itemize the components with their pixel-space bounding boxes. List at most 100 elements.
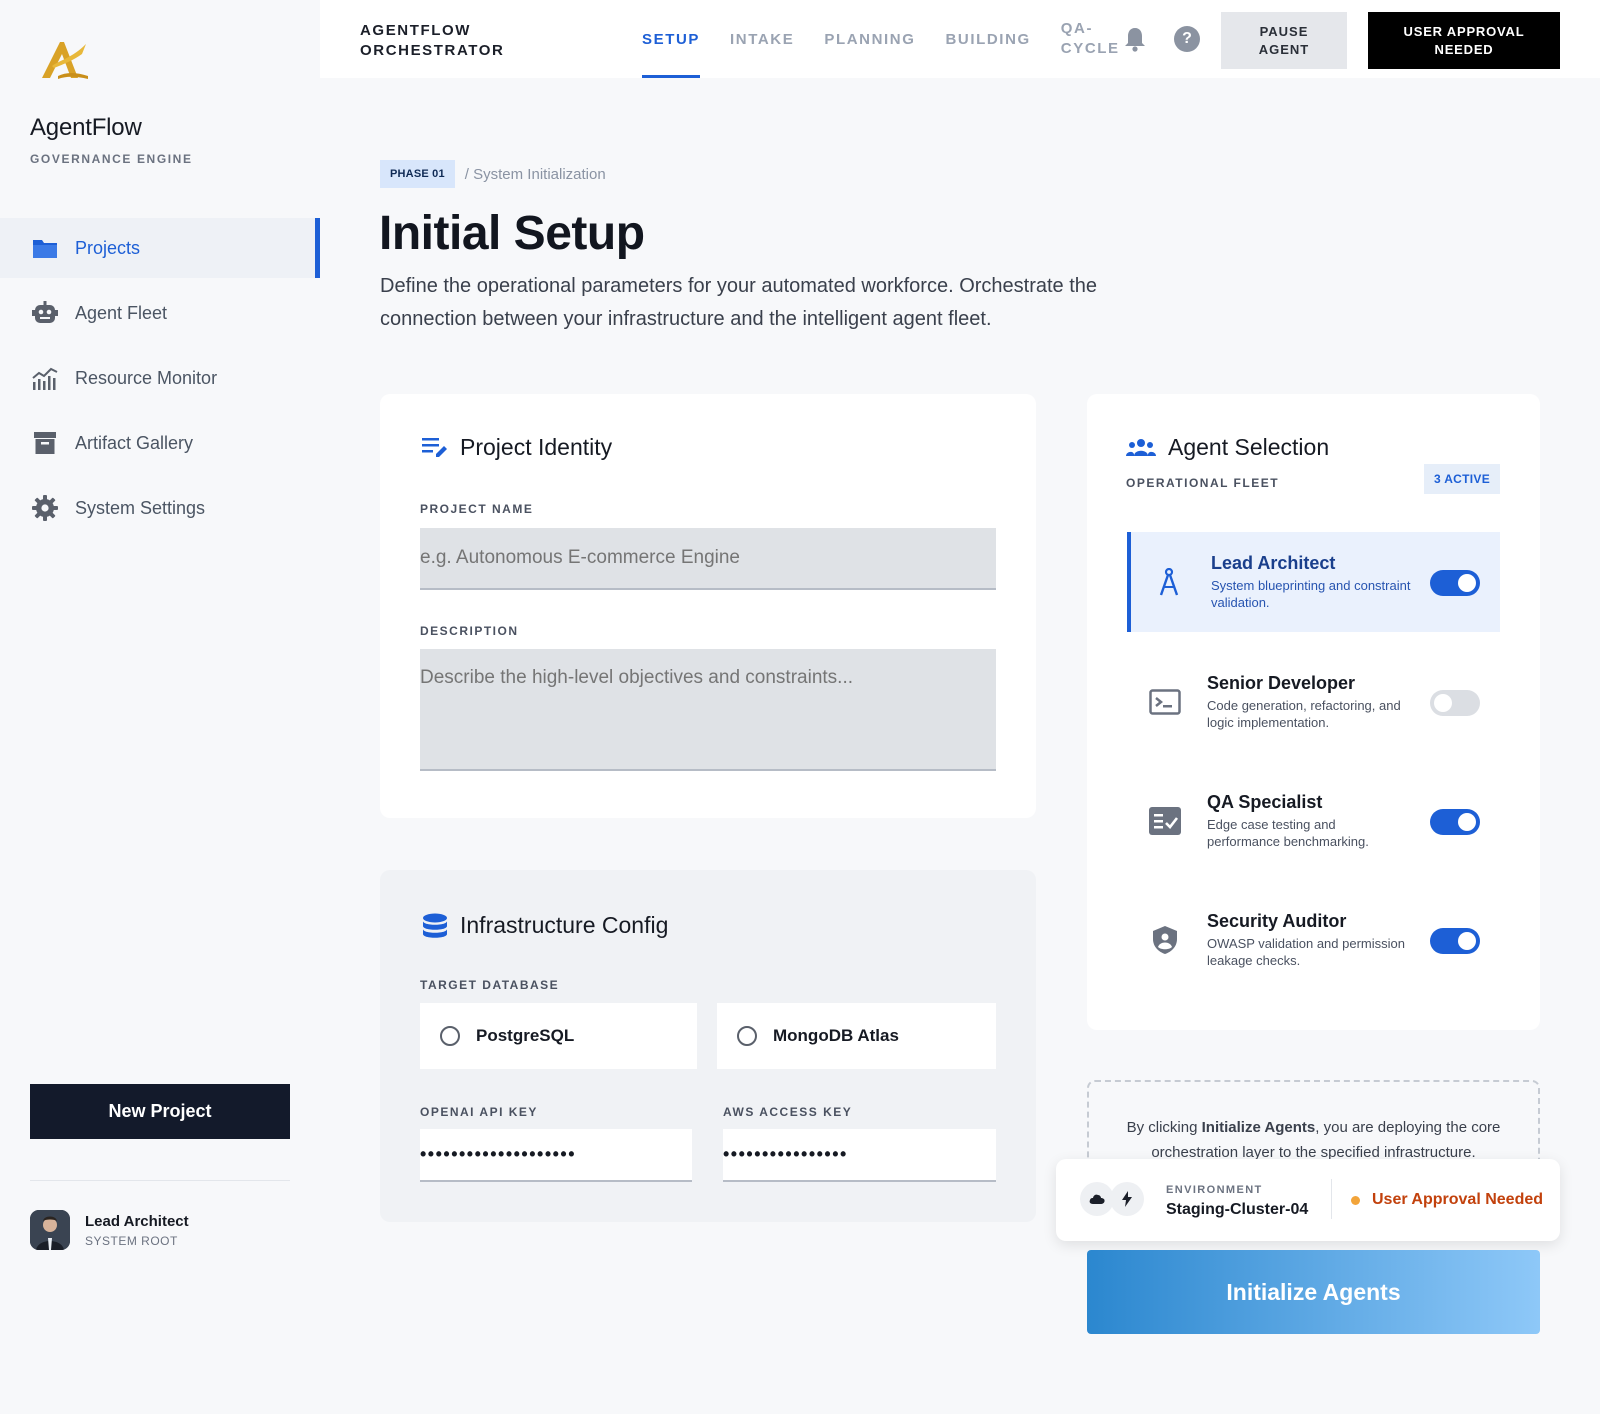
user-name: Lead Architect	[85, 1212, 189, 1230]
pause-agent-button[interactable]: PAUSE AGENT	[1221, 12, 1347, 69]
card-header: Infrastructure Config	[422, 912, 668, 939]
shield-icon	[1145, 925, 1185, 955]
agent-name: Lead Architect	[1211, 553, 1336, 573]
sidebar-item-agent-fleet[interactable]: Agent Fleet	[0, 283, 320, 343]
agent-row-lead-architect[interactable]: Lead Architect System blueprinting and c…	[1127, 532, 1500, 632]
user-approval-button[interactable]: USER APPROVAL NEEDED	[1368, 12, 1560, 69]
breadcrumb: PHASE 01 / System Initialization	[380, 160, 606, 188]
agent-selection-card: Agent Selection OPERATIONAL FLEET 3 ACTI…	[1087, 394, 1540, 1030]
environment-label: ENVIRONMENT	[1166, 1184, 1263, 1196]
app-title: AGENTFLOW ORCHESTRATOR	[360, 21, 530, 61]
tab-planning[interactable]: PLANNING	[824, 0, 915, 78]
openai-key-label: OPENAI API KEY	[420, 1105, 538, 1119]
button-label: NEEDED	[1434, 41, 1494, 57]
tab-building[interactable]: BUILDING	[945, 0, 1030, 78]
sidebar-item-label: Agent Fleet	[75, 302, 168, 323]
page-description: Define the operational parameters for yo…	[380, 275, 1098, 330]
checklist-icon	[1145, 807, 1185, 835]
radio-icon[interactable]	[440, 1026, 460, 1046]
agent-toggle[interactable]	[1430, 928, 1480, 954]
avatar	[30, 1210, 70, 1250]
description-label: DESCRIPTION	[420, 624, 519, 638]
user-role: SYSTEM ROOT	[85, 1233, 178, 1248]
button-label: USER APPROVAL	[1403, 23, 1525, 39]
notice-emphasis: Initialize Agents	[1201, 1119, 1316, 1136]
agent-description: Code generation, refactoring, and logic …	[1207, 698, 1401, 730]
edit-note-icon	[422, 437, 448, 459]
sidebar-item-system-settings[interactable]: System Settings	[0, 478, 320, 538]
database-icon	[422, 913, 448, 939]
agent-row-senior-developer[interactable]: Senior Developer Code generation, refact…	[1127, 652, 1500, 752]
card-header: Project Identity	[422, 434, 612, 461]
top-bar: AGENTFLOW ORCHESTRATOR SETUP INTAKE PLAN…	[320, 0, 1600, 78]
app-title-line: ORCHESTRATOR	[360, 42, 505, 59]
terminal-icon	[1145, 689, 1185, 715]
openai-key-input[interactable]: ••••••••••••••••••••	[420, 1129, 692, 1182]
status-badge: User Approval Needed	[1351, 1191, 1543, 1209]
db-option-postgresql[interactable]: PostgreSQL	[420, 1003, 697, 1069]
description-textarea[interactable]	[420, 649, 996, 771]
target-database-label: TARGET DATABASE	[420, 978, 560, 992]
db-option-label: MongoDB Atlas	[773, 1026, 899, 1045]
agent-description: System blueprinting and constraint valid…	[1211, 578, 1411, 610]
project-identity-card: Project Identity PROJECT NAME DESCRIPTIO…	[380, 394, 1036, 818]
button-label: AGENT	[1258, 41, 1310, 57]
sidebar-item-resource-monitor[interactable]: Resource Monitor	[0, 348, 320, 408]
agent-name: QA Specialist	[1207, 792, 1323, 812]
sidebar-item-label: Artifact Gallery	[75, 432, 194, 453]
phase-badge: PHASE 01	[380, 160, 455, 188]
tab-intake[interactable]: INTAKE	[730, 0, 794, 78]
app-title-line: AGENTFLOW	[360, 22, 472, 39]
gear-icon	[32, 495, 58, 521]
db-option-mongodb-atlas[interactable]: MongoDB Atlas	[717, 1003, 996, 1069]
robot-icon	[32, 300, 58, 326]
sidebar-item-projects[interactable]: Projects	[0, 218, 320, 278]
sidebar-item-label: Projects	[75, 237, 141, 258]
agentflow-logo	[38, 36, 90, 84]
compass-icon	[1149, 568, 1189, 596]
agent-name: Security Auditor	[1207, 911, 1347, 931]
radio-icon[interactable]	[737, 1026, 757, 1046]
user-profile[interactable]: Lead Architect SYSTEM ROOT	[30, 1210, 189, 1250]
group-icon	[1126, 438, 1156, 458]
chart-icon	[32, 365, 58, 391]
button-label: PAUSE	[1259, 23, 1309, 39]
card-title: Project Identity	[460, 434, 613, 460]
agent-toggle[interactable]	[1430, 809, 1480, 835]
initialize-agents-button[interactable]: Initialize Agents	[1087, 1250, 1540, 1334]
aws-key-input[interactable]: ••••••••••••••••	[723, 1129, 996, 1182]
sidebar-item-artifact-gallery[interactable]: Artifact Gallery	[0, 413, 320, 473]
brand-subtitle: GOVERNANCE ENGINE	[30, 152, 193, 166]
project-name-label: PROJECT NAME	[420, 502, 534, 516]
agent-row-qa-specialist[interactable]: QA Specialist Edge case testing and perf…	[1127, 771, 1500, 871]
agent-row-security-auditor[interactable]: Security Auditor OWASP validation and pe…	[1127, 890, 1500, 990]
sidebar-divider	[30, 1180, 290, 1181]
agent-toggle[interactable]	[1430, 570, 1480, 596]
agent-description: OWASP validation and permission leakage …	[1207, 936, 1405, 968]
folder-icon	[32, 235, 58, 261]
tab-setup[interactable]: SETUP	[642, 0, 701, 78]
infrastructure-config-card: Infrastructure Config TARGET DATABASE Po…	[380, 870, 1036, 1222]
page-title: Initial Setup	[379, 207, 645, 260]
card-title: Infrastructure Config	[460, 912, 669, 938]
phase-tabs: SETUP INTAKE PLANNING BUILDING QA- CYCLE	[642, 0, 1149, 78]
project-name-input[interactable]	[420, 528, 996, 590]
tab-label: CYCLE	[1060, 40, 1120, 57]
status-text: User Approval Needed	[1372, 1191, 1544, 1208]
environment-value: Staging-Cluster-04	[1166, 1201, 1309, 1218]
sidebar: AgentFlow GOVERNANCE ENGINE Projects Age…	[0, 0, 320, 1414]
aws-key-label: AWS ACCESS KEY	[723, 1105, 853, 1119]
active-count-badge: 3 ACTIVE	[1424, 464, 1500, 494]
bell-icon[interactable]	[1124, 26, 1146, 57]
help-icon[interactable]: ?	[1174, 26, 1200, 52]
card-title: Agent Selection	[1168, 434, 1330, 460]
agent-toggle[interactable]	[1430, 690, 1480, 716]
tab-qa-cycle[interactable]: QA- CYCLE	[1061, 0, 1119, 78]
archive-icon	[32, 430, 58, 456]
tab-label: QA-	[1060, 20, 1094, 37]
agent-name: Senior Developer	[1207, 673, 1356, 693]
cloud-icon	[1080, 1182, 1114, 1216]
sidebar-item-label: System Settings	[75, 497, 206, 518]
db-option-label: PostgreSQL	[476, 1026, 575, 1045]
new-project-button[interactable]: New Project	[30, 1084, 290, 1139]
